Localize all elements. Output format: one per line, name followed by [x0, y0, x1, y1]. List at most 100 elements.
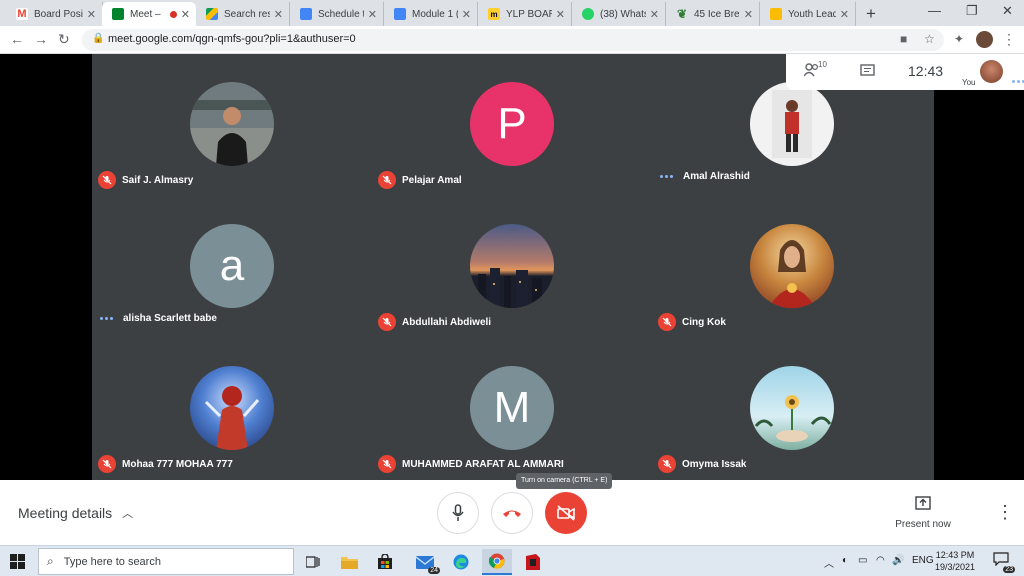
close-window-icon[interactable]: ✕ [1002, 3, 1013, 19]
participant-tile[interactable]: M MUHAMMED ARAFAT AL AMMARI [372, 338, 652, 480]
tab-whatsapp[interactable]: (38) Whats ✕ [572, 2, 666, 26]
participant-label: alisha Scarlett babe [98, 313, 217, 324]
meet-icon [112, 8, 124, 20]
close-tab-icon[interactable]: ✕ [556, 8, 565, 21]
present-now-label: Present now [895, 519, 951, 530]
restore-icon[interactable]: ❐ [966, 3, 978, 19]
search-placeholder: Type here to search [63, 555, 161, 568]
tab-title: 45 Ice Brea [694, 8, 740, 20]
close-tab-icon[interactable]: ✕ [462, 8, 471, 21]
leave-call-button[interactable] [491, 492, 533, 534]
antivirus-icon[interactable] [518, 549, 548, 575]
tab-strip: M Board Positi ✕ Meet – ✕ Search resu ✕ … [0, 0, 1024, 26]
chrome-menu-icon[interactable]: ⋮ [1002, 31, 1016, 48]
tab-youth-leaders[interactable]: Youth Leade ✕ [760, 2, 856, 26]
taskbar-search-box[interactable]: ⌕ Type here to search [38, 548, 294, 575]
present-now-button[interactable]: Present now [886, 496, 960, 530]
reload-icon[interactable]: ↻ [58, 31, 70, 48]
participant-tile[interactable]: Mohaa 777 MOHAA 777 [92, 338, 372, 480]
tab-search-results[interactable]: Search resu ✕ [196, 2, 290, 26]
participant-name: MUHAMMED ARAFAT AL AMMARI [402, 458, 564, 470]
meet-now-icon[interactable]: ◐ [842, 555, 848, 566]
tab-board-positions[interactable]: M Board Positi ✕ [6, 2, 103, 26]
participant-photo [190, 366, 274, 450]
tab-ylp-board[interactable]: m YLP BOARD ✕ [478, 2, 572, 26]
mail-icon[interactable]: 24 [410, 549, 440, 575]
drive-icon [206, 8, 218, 20]
show-hidden-icons-chevron-icon[interactable]: ︿ [824, 555, 834, 570]
task-view-icon[interactable] [298, 549, 328, 575]
participant-tile[interactable]: Saif J. Almasry [92, 54, 372, 196]
participant-label: MUHAMMED ARAFAT AL AMMARI [378, 455, 564, 473]
lock-icon[interactable]: 🔒 [92, 33, 104, 44]
chat-icon[interactable] [860, 64, 875, 83]
participant-name: Mohaa 777 MOHAA 777 [122, 458, 233, 470]
participant-name: Saif J. Almasry [122, 174, 194, 186]
tab-ice-breakers[interactable]: ❦ 45 Ice Brea ✕ [666, 2, 760, 26]
mic-muted-icon [98, 455, 116, 473]
camera-toggle-button[interactable] [545, 492, 587, 534]
minimize-icon[interactable]: — [928, 3, 941, 18]
back-icon[interactable]: ← [10, 31, 24, 47]
participant-tile[interactable]: Cing Kok [652, 196, 932, 338]
close-tab-icon[interactable]: ✕ [368, 8, 377, 21]
participant-tile[interactable]: Abdullahi Abdiweli [372, 196, 652, 338]
mic-muted-icon [658, 313, 676, 331]
speaking-indicator-icon [660, 175, 675, 178]
forward-icon[interactable]: → [34, 31, 48, 47]
mic-muted-icon [378, 313, 396, 331]
participant-tile[interactable]: P Pelajar Amal [372, 54, 652, 196]
tab-module-1[interactable]: Module 1 ( ✕ [384, 2, 478, 26]
input-language[interactable]: ENG [912, 555, 934, 566]
volume-icon[interactable]: 🔊 [892, 555, 904, 566]
extensions-icon[interactable]: ✦ [954, 32, 964, 46]
file-explorer-icon[interactable] [334, 549, 364, 575]
bookmark-star-icon[interactable]: ☆ [924, 32, 935, 46]
avatar-letter: P [497, 99, 527, 148]
participant-label: Omyma Issak [658, 455, 747, 473]
tab-meet[interactable]: Meet – ✕ [102, 2, 196, 26]
system-time: 12:43 PM [935, 550, 975, 560]
close-tab-icon[interactable]: ✕ [87, 8, 96, 21]
gmail-icon: M [16, 8, 28, 20]
self-video-thumbnail[interactable] [980, 60, 1003, 83]
tab-schedule[interactable]: Schedule tr ✕ [290, 2, 384, 26]
meet-control-bar: Meeting details ︿ [0, 480, 1024, 545]
tab-title: (38) Whats [600, 8, 646, 20]
close-tab-icon[interactable]: ✕ [840, 8, 849, 21]
close-tab-icon[interactable]: ✕ [274, 8, 283, 21]
camera-in-use-icon[interactable]: ■ [900, 32, 907, 46]
participant-label: Pelajar Amal [378, 171, 462, 189]
participant-label: Mohaa 777 MOHAA 777 [98, 455, 233, 473]
tab-title: Search resu [224, 8, 270, 20]
new-tab-icon[interactable]: + [866, 4, 876, 24]
more-options-icon[interactable]: ⋮ [996, 502, 1014, 523]
store-icon[interactable] [370, 549, 400, 575]
chrome-taskbar-icon[interactable] [482, 549, 512, 575]
close-tab-icon[interactable]: ✕ [181, 8, 190, 21]
participant-name: alisha Scarlett babe [123, 313, 217, 324]
camera-off-icon [557, 505, 575, 521]
battery-icon[interactable]: ▭ [858, 555, 867, 566]
action-center-button[interactable]: 23 [993, 552, 1015, 573]
microphone-button[interactable] [437, 492, 479, 534]
participant-tile[interactable]: a alisha Scarlett babe [92, 196, 372, 338]
participant-photo [190, 82, 274, 166]
meet-info-panel: 10 12:43 You [786, 54, 1024, 90]
notification-icon [993, 552, 1009, 567]
chevron-up-icon: ︿ [122, 508, 134, 520]
close-tab-icon[interactable]: ✕ [650, 8, 659, 21]
windows-start-icon[interactable] [10, 554, 25, 574]
close-tab-icon[interactable]: ✕ [744, 8, 753, 21]
participant-label: Cing Kok [658, 313, 726, 331]
mail-badge: 24 [428, 567, 440, 574]
hang-up-icon [503, 510, 521, 517]
meeting-details-button[interactable]: Meeting details ︿ [18, 505, 133, 521]
edge-icon[interactable] [446, 549, 476, 575]
participant-tile[interactable]: Omyma Issak [652, 338, 932, 480]
wifi-icon[interactable]: ◠ [876, 555, 885, 566]
system-clock[interactable]: 12:43 PM 19/3/2021 [935, 549, 975, 573]
avatar-letter: M [493, 383, 531, 432]
address-bar[interactable]: 🔒 meet.google.com/qgn-qmfs-gou?pli=1&aut… [82, 29, 944, 51]
profile-avatar[interactable] [976, 31, 993, 48]
